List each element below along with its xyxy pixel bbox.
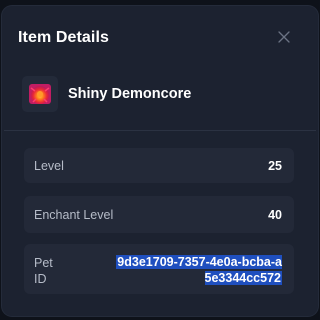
item-details-dialog: Item Details Shiny Demoncore Level 25 En… — [2, 6, 318, 316]
selected-pet-id-text[interactable]: 9d3e1709-7357-4e0a-bcba-a5e3344cc572 — [116, 255, 282, 285]
divider — [4, 130, 316, 131]
item-header: Shiny Demoncore — [22, 72, 298, 116]
stat-card-level: Level 25 — [24, 148, 294, 183]
demoncore-item-icon — [29, 84, 51, 104]
stat-value-level: 25 — [268, 159, 282, 173]
stat-label-level: Level — [34, 159, 64, 173]
item-thumbnail — [22, 76, 58, 112]
close-button[interactable] — [278, 31, 292, 45]
stat-card-enchant-level: Enchant Level 40 — [24, 196, 294, 233]
dialog-title: Item Details — [18, 29, 110, 46]
stat-label-enchant-level: Enchant Level — [34, 208, 114, 222]
dialog-header: Item Details — [18, 28, 302, 48]
item-name: Shiny Demoncore — [68, 86, 192, 102]
close-icon — [278, 31, 290, 43]
stat-card-pet-id: Pet ID 9d3e1709-7357-4e0a-bcba-a5e3344cc… — [24, 244, 294, 294]
stat-value-enchant-level: 40 — [268, 208, 282, 222]
stat-label-pet-id: Pet ID — [34, 256, 53, 286]
stat-value-pet-id[interactable]: 9d3e1709-7357-4e0a-bcba-a5e3344cc572 — [112, 254, 282, 286]
